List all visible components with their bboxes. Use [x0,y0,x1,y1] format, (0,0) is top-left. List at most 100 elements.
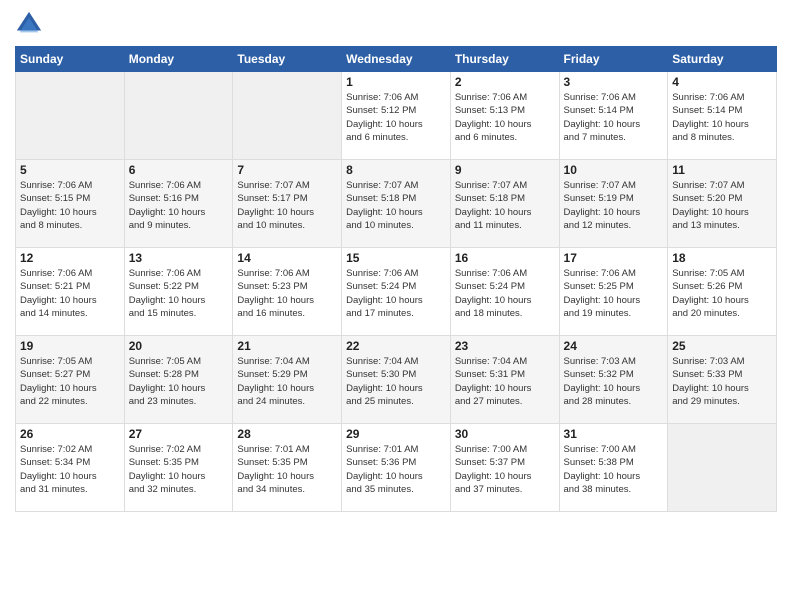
weekday-header-thursday: Thursday [450,47,559,72]
day-info: Sunrise: 7:02 AMSunset: 5:35 PMDaylight:… [129,443,229,496]
calendar-cell [124,72,233,160]
calendar-cell: 23 Sunrise: 7:04 AMSunset: 5:31 PMDayligh… [450,336,559,424]
weekday-header-wednesday: Wednesday [342,47,451,72]
day-number: 28 [237,427,337,441]
day-number: 19 [20,339,120,353]
day-info: Sunrise: 7:06 AMSunset: 5:14 PMDaylight:… [564,91,664,144]
calendar-cell: 17Sunrise: 7:06 AMSunset: 5:25 PMDayligh… [559,248,668,336]
day-info: Sunrise: 7:06 AMSunset: 5:22 PMDaylight:… [129,267,229,320]
day-number: 7 [237,163,337,177]
day-number: 12 [20,251,120,265]
logo-icon [15,10,43,38]
calendar-cell: 31Sunrise: 7:00 AMSunset: 5:38 PMDayligh… [559,424,668,512]
weekday-row: SundayMondayTuesdayWednesdayThursdayFrid… [16,47,777,72]
calendar-cell: 29Sunrise: 7:01 AMSunset: 5:36 PMDayligh… [342,424,451,512]
day-info: Sunrise: 7:06 AMSunset: 5:16 PMDaylight:… [129,179,229,232]
calendar-cell: 25Sunrise: 7:03 AMSunset: 5:33 PMDayligh… [668,336,777,424]
day-number: 5 [20,163,120,177]
calendar-cell: 12Sunrise: 7:06 AMSunset: 5:21 PMDayligh… [16,248,125,336]
day-info: Sunrise: 7:05 AMSunset: 5:28 PMDaylight:… [129,355,229,408]
calendar-cell: 9Sunrise: 7:07 AMSunset: 5:18 PMDaylight… [450,160,559,248]
calendar-cell: 19 Sunrise: 7:05 AMSunset: 5:27 PMDayligh… [16,336,125,424]
day-info: Sunrise: 7:04 AMSunset: 5:31 PMDaylight:… [455,355,555,408]
day-number: 11 [672,163,772,177]
calendar-cell: 18Sunrise: 7:05 AMSunset: 5:26 PMDayligh… [668,248,777,336]
day-info: Sunrise: 7:06 AMSunset: 5:13 PMDaylight:… [455,91,555,144]
calendar-cell: 11 Sunrise: 7:07 AMSunset: 5:20 PMDayligh… [668,160,777,248]
day-number: 6 [129,163,229,177]
calendar-cell: 24Sunrise: 7:03 AMSunset: 5:32 PMDayligh… [559,336,668,424]
calendar-cell: 10Sunrise: 7:07 AMSunset: 5:19 PMDayligh… [559,160,668,248]
calendar-cell: 6 Sunrise: 7:06 AMSunset: 5:16 PMDaylight… [124,160,233,248]
day-info: Sunrise: 7:06 AMSunset: 5:24 PMDaylight:… [346,267,446,320]
day-info: Sunrise: 7:07 AMSunset: 5:20 PMDaylight:… [672,179,772,232]
day-number: 16 [455,251,555,265]
calendar-cell [233,72,342,160]
day-info: Sunrise: 7:05 AMSunset: 5:27 PMDaylight:… [20,355,120,408]
calendar-body: 1 Sunrise: 7:06 AMSunset: 5:12 PMDaylight… [16,72,777,512]
day-info: Sunrise: 7:06 AMSunset: 5:23 PMDaylight:… [237,267,337,320]
day-info: Sunrise: 7:03 AMSunset: 5:32 PMDaylight:… [564,355,664,408]
calendar-cell: 27 Sunrise: 7:02 AMSunset: 5:35 PMDayligh… [124,424,233,512]
page-container: SundayMondayTuesdayWednesdayThursdayFrid… [0,0,792,522]
calendar-table: SundayMondayTuesdayWednesdayThursdayFrid… [15,46,777,512]
day-info: Sunrise: 7:06 AMSunset: 5:15 PMDaylight:… [20,179,120,232]
calendar-cell: 2 Sunrise: 7:06 AMSunset: 5:13 PMDaylight… [450,72,559,160]
day-number: 21 [237,339,337,353]
day-info: Sunrise: 7:06 AMSunset: 5:12 PMDaylight:… [346,91,446,144]
calendar-cell: 5 Sunrise: 7:06 AMSunset: 5:15 PMDaylight… [16,160,125,248]
page-header [15,10,777,38]
day-info: Sunrise: 7:06 AMSunset: 5:14 PMDaylight:… [672,91,772,144]
day-info: Sunrise: 7:00 AMSunset: 5:37 PMDaylight:… [455,443,555,496]
calendar-week-2: 5 Sunrise: 7:06 AMSunset: 5:15 PMDaylight… [16,160,777,248]
day-info: Sunrise: 7:06 AMSunset: 5:24 PMDaylight:… [455,267,555,320]
day-number: 29 [346,427,446,441]
calendar-cell: 26 Sunrise: 7:02 AMSunset: 5:34 PMDayligh… [16,424,125,512]
day-info: Sunrise: 7:07 AMSunset: 5:19 PMDaylight:… [564,179,664,232]
calendar-cell: 21Sunrise: 7:04 AMSunset: 5:29 PMDayligh… [233,336,342,424]
day-number: 26 [20,427,120,441]
calendar-cell: 16 Sunrise: 7:06 AMSunset: 5:24 PMDayligh… [450,248,559,336]
calendar-cell: 14 Sunrise: 7:06 AMSunset: 5:23 PMDayligh… [233,248,342,336]
calendar-week-5: 26 Sunrise: 7:02 AMSunset: 5:34 PMDayligh… [16,424,777,512]
day-info: Sunrise: 7:03 AMSunset: 5:33 PMDaylight:… [672,355,772,408]
weekday-header-monday: Monday [124,47,233,72]
day-number: 27 [129,427,229,441]
calendar-cell: 13 Sunrise: 7:06 AMSunset: 5:22 PMDayligh… [124,248,233,336]
calendar-cell: 30 Sunrise: 7:00 AMSunset: 5:37 PMDayligh… [450,424,559,512]
day-number: 31 [564,427,664,441]
day-number: 2 [455,75,555,89]
weekday-header-friday: Friday [559,47,668,72]
day-info: Sunrise: 7:02 AMSunset: 5:34 PMDaylight:… [20,443,120,496]
day-number: 4 [672,75,772,89]
calendar-cell [668,424,777,512]
day-number: 17 [564,251,664,265]
day-info: Sunrise: 7:04 AMSunset: 5:30 PMDaylight:… [346,355,446,408]
calendar-cell: 7Sunrise: 7:07 AMSunset: 5:17 PMDaylight… [233,160,342,248]
day-number: 30 [455,427,555,441]
calendar-cell: 3Sunrise: 7:06 AMSunset: 5:14 PMDaylight… [559,72,668,160]
calendar-cell: 4 Sunrise: 7:06 AMSunset: 5:14 PMDaylight… [668,72,777,160]
calendar-cell: 8 Sunrise: 7:07 AMSunset: 5:18 PMDaylight… [342,160,451,248]
calendar-week-3: 12Sunrise: 7:06 AMSunset: 5:21 PMDayligh… [16,248,777,336]
calendar-cell: 22 Sunrise: 7:04 AMSunset: 5:30 PMDayligh… [342,336,451,424]
day-number: 22 [346,339,446,353]
day-number: 13 [129,251,229,265]
day-number: 8 [346,163,446,177]
day-number: 14 [237,251,337,265]
calendar-week-1: 1 Sunrise: 7:06 AMSunset: 5:12 PMDaylight… [16,72,777,160]
weekday-header-saturday: Saturday [668,47,777,72]
calendar-cell: 15 Sunrise: 7:06 AMSunset: 5:24 PMDayligh… [342,248,451,336]
calendar-cell: 1 Sunrise: 7:06 AMSunset: 5:12 PMDaylight… [342,72,451,160]
day-info: Sunrise: 7:05 AMSunset: 5:26 PMDaylight:… [672,267,772,320]
calendar-header: SundayMondayTuesdayWednesdayThursdayFrid… [16,47,777,72]
weekday-header-tuesday: Tuesday [233,47,342,72]
day-number: 20 [129,339,229,353]
day-info: Sunrise: 7:07 AMSunset: 5:18 PMDaylight:… [346,179,446,232]
day-number: 23 [455,339,555,353]
day-number: 1 [346,75,446,89]
day-number: 9 [455,163,555,177]
day-number: 15 [346,251,446,265]
day-info: Sunrise: 7:01 AMSunset: 5:35 PMDaylight:… [237,443,337,496]
weekday-header-sunday: Sunday [16,47,125,72]
